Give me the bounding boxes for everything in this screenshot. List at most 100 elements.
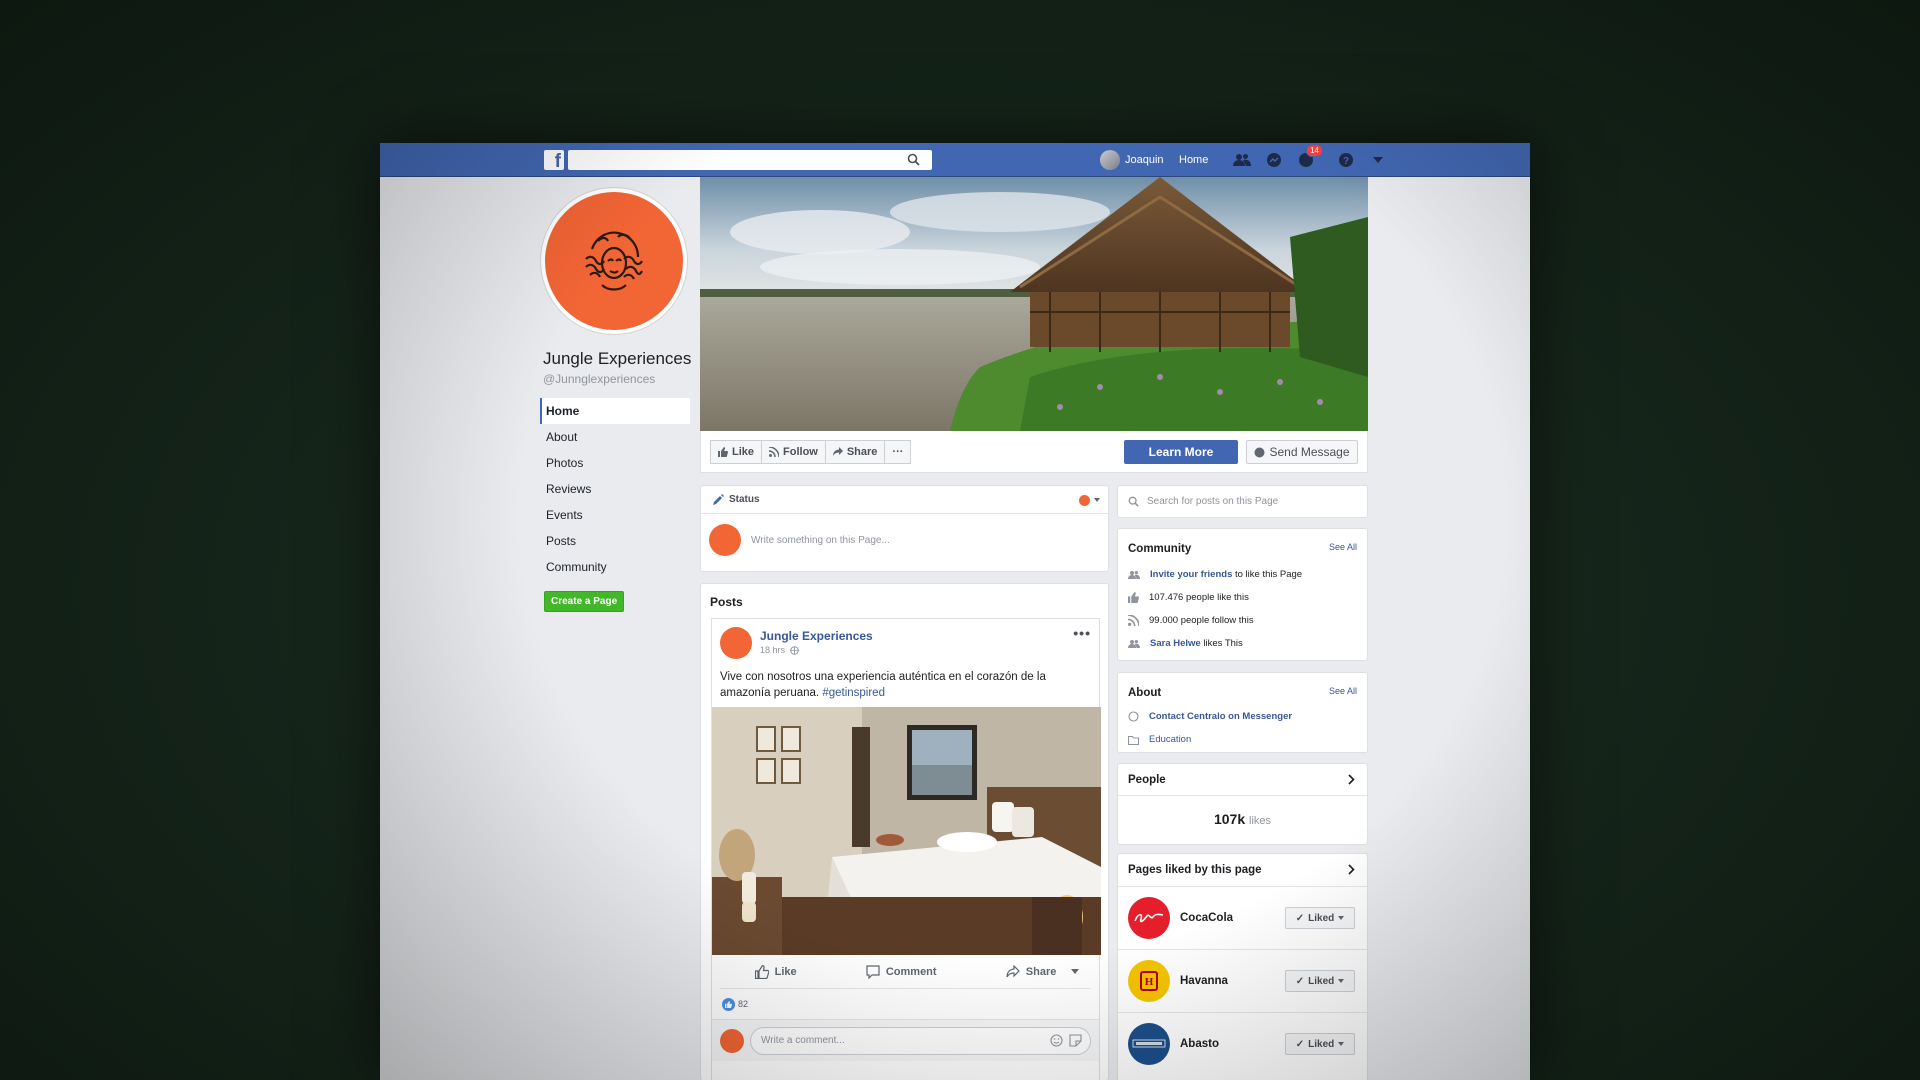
composer-input[interactable]: Write something on this Page... <box>751 535 890 546</box>
liked-page-name[interactable]: Havanna <box>1180 975 1228 987</box>
nav-item-community[interactable]: Community <box>540 554 690 580</box>
invite-friends-link[interactable]: Invite your friends <box>1150 569 1232 580</box>
nav-item-events[interactable]: Events <box>540 502 690 528</box>
liked-button[interactable]: ✓ Liked <box>1285 907 1355 929</box>
search-input[interactable] <box>568 150 932 170</box>
liked-button[interactable]: ✓ Liked <box>1285 1033 1355 1055</box>
comment-composer: Write a comment... <box>712 1019 1099 1061</box>
facebook-logo-icon[interactable]: f <box>544 150 564 170</box>
cocacola-logo-icon[interactable] <box>1128 897 1170 939</box>
people-likes-count: 107k <box>1213 811 1246 827</box>
home-link[interactable]: Home <box>1179 154 1208 166</box>
avatar <box>1100 150 1120 170</box>
people-card: People 107k likes <box>1117 763 1368 845</box>
create-page-button[interactable]: Create a Page <box>544 591 625 612</box>
page-posts-search[interactable]: Search for posts on this Page <box>1117 485 1368 518</box>
pages-liked-header[interactable]: Pages liked by this page <box>1118 854 1367 886</box>
post-author-avatar[interactable] <box>720 627 752 659</box>
profile-link[interactable]: Joaquin <box>1100 150 1164 170</box>
help-icon[interactable]: ? <box>1336 150 1356 170</box>
chevron-right-icon <box>1348 864 1355 875</box>
havanna-logo-icon[interactable]: H <box>1128 960 1170 1002</box>
friend-name-link[interactable]: Sara Helwe <box>1150 638 1201 649</box>
cover-photo[interactable] <box>700 177 1368 431</box>
people-likes-label: likes <box>1249 815 1272 827</box>
post-share-button[interactable]: Share <box>1006 964 1056 979</box>
more-options-button[interactable]: ··· <box>884 440 912 464</box>
share-label: Share <box>846 446 878 458</box>
send-message-label: Send Message <box>1269 445 1350 459</box>
page-likes-count: 107.476 people like this <box>1149 592 1249 603</box>
user-name: Joaquin <box>1125 154 1164 166</box>
liked-page-name[interactable]: CocaCola <box>1180 912 1233 924</box>
people-icon <box>1128 639 1140 648</box>
nav-item-reviews[interactable]: Reviews <box>540 476 690 502</box>
post-options-icon[interactable]: ••• <box>1073 625 1091 641</box>
liked-page-item: Abasto ✓ Liked <box>1118 1012 1367 1075</box>
like-label: Like <box>732 446 755 458</box>
liked-label: Liked <box>1308 975 1335 987</box>
messenger-icon[interactable] <box>1264 150 1284 170</box>
sticker-icon[interactable] <box>1069 1033 1082 1047</box>
category-link[interactable]: Education <box>1149 734 1191 745</box>
audience-chevron-down-icon[interactable] <box>1071 969 1079 974</box>
page-follows-row: 99.000 people follow this <box>1128 609 1357 632</box>
community-see-all-link[interactable]: See All <box>1329 542 1357 552</box>
page-identity-avatar[interactable] <box>1079 495 1090 506</box>
folder-icon <box>1128 735 1139 745</box>
liked-page-name[interactable]: Abasto <box>1180 1038 1219 1050</box>
community-card: Community See All Invite your friends to… <box>1117 528 1368 661</box>
search-icon[interactable] <box>907 153 920 166</box>
chevron-down-icon <box>1338 916 1345 920</box>
friend-likes-text: likes This <box>1203 638 1243 649</box>
nav-item-about[interactable]: About <box>540 424 690 450</box>
nav-item-photos[interactable]: Photos <box>540 450 690 476</box>
follow-button[interactable]: Follow <box>761 440 826 464</box>
emoji-icon[interactable] <box>1050 1033 1063 1047</box>
page-action-bar: Like Follow Share ··· Learn More Send Me… <box>700 431 1368 473</box>
friend-requests-icon[interactable] <box>1232 150 1252 170</box>
svg-text:?: ? <box>1343 156 1349 167</box>
hashtag-link[interactable]: #getinspired <box>822 687 885 699</box>
liked-button[interactable]: ✓ Liked <box>1285 970 1355 992</box>
share-page-button[interactable]: Share <box>824 440 886 464</box>
notification-badge: 14 <box>1306 144 1323 157</box>
post-photo[interactable] <box>712 707 1101 955</box>
top-bar: f Joaquin Home 14 ? <box>380 143 1530 177</box>
about-see-all-link[interactable]: See All <box>1329 686 1357 696</box>
people-icon <box>1128 570 1140 579</box>
about-title: About <box>1128 687 1162 699</box>
follow-label: Follow <box>783 446 818 458</box>
reaction-summary[interactable]: 82 <box>712 989 1099 1019</box>
comment-input[interactable]: Write a comment... <box>750 1026 1091 1055</box>
thumbs-up-icon <box>1128 592 1139 603</box>
abasto-logo-icon[interactable] <box>1128 1023 1170 1065</box>
account-menu-chevron-down-icon[interactable] <box>1368 150 1388 170</box>
checkmark-icon: ✓ <box>1295 975 1305 987</box>
liked-page-item: CocaCola ✓ Liked <box>1118 886 1367 949</box>
nav-item-home[interactable]: Home <box>540 398 690 424</box>
post-body: Vive con nosotros una experiencia autént… <box>712 669 1099 707</box>
send-message-button[interactable]: Send Message <box>1246 440 1358 464</box>
identity-chevron-down-icon[interactable] <box>1094 498 1100 502</box>
like-reaction-icon <box>722 997 735 1011</box>
page-profile-picture[interactable] <box>541 188 687 334</box>
learn-more-button[interactable]: Learn More <box>1124 440 1238 464</box>
post-like-button[interactable]: Like <box>754 964 797 979</box>
like-page-button[interactable]: Like <box>710 440 763 464</box>
nav-item-posts[interactable]: Posts <box>540 528 690 554</box>
page-handle[interactable]: @Junnglexperiences <box>543 372 655 386</box>
notifications-icon[interactable]: 14 <box>1296 144 1323 170</box>
post-composer: Status Write something on this Page... <box>700 485 1109 572</box>
post-author-link[interactable]: Jungle Experiences <box>760 629 873 643</box>
invite-friends-row: Invite your friends to like this Page <box>1128 563 1357 586</box>
friend-likes-row: Sara Helwe likes This <box>1128 632 1357 655</box>
people-title: People <box>1128 773 1166 786</box>
people-header[interactable]: People <box>1118 764 1367 796</box>
post-comment-button[interactable]: Comment <box>866 964 937 979</box>
post-timestamp[interactable]: 18 hrs <box>760 645 785 655</box>
messenger-contact-link[interactable]: Contact Centralo on Messenger <box>1149 711 1292 722</box>
avatar <box>720 1028 744 1053</box>
status-tab[interactable]: Status <box>729 494 760 505</box>
comment-placeholder: Write a comment... <box>761 1035 845 1046</box>
